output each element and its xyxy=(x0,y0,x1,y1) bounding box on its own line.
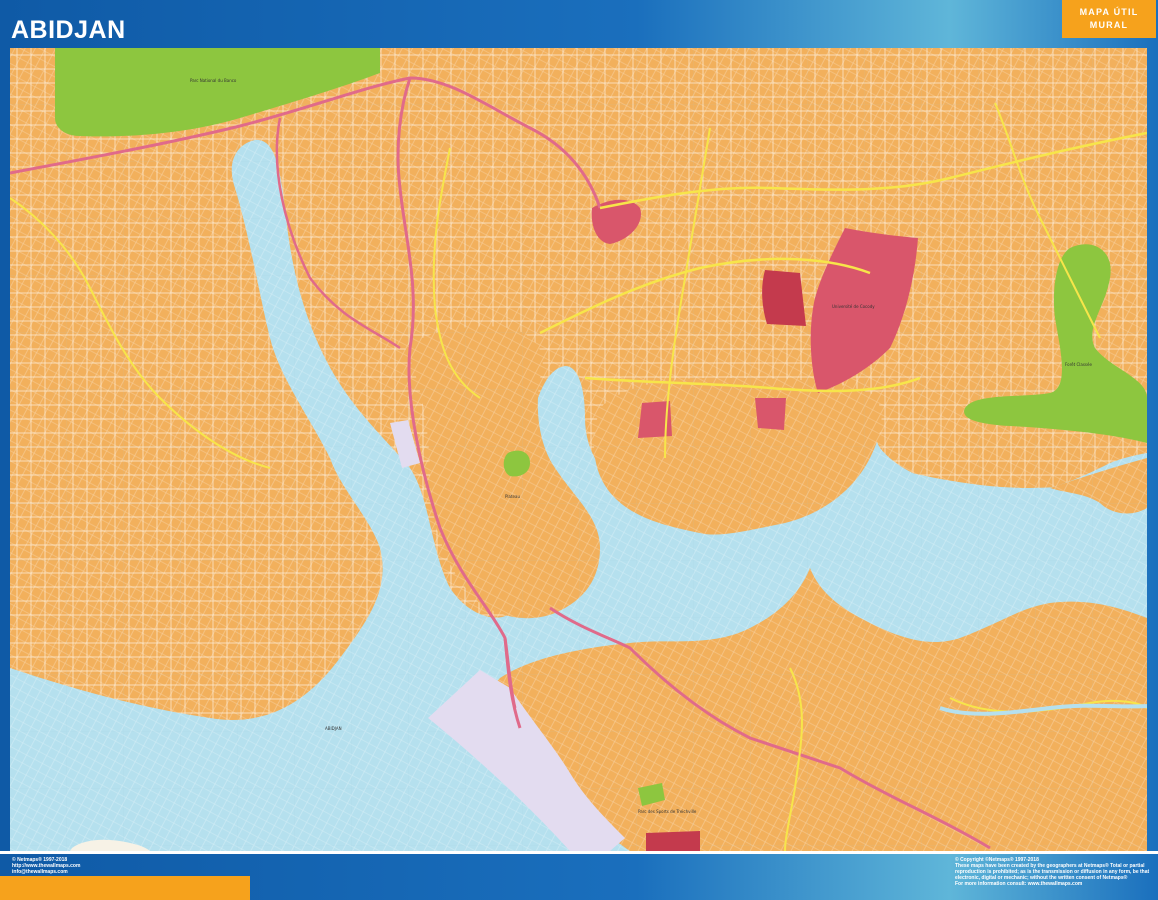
legal-line-5: For more information consult: www.thewal… xyxy=(955,881,1083,887)
institution-4 xyxy=(755,398,786,430)
brand-badge[interactable]: MAPA ÚTIL MURAL xyxy=(1062,0,1156,38)
map-svg: Parc National du Banco ABIDJAN Forêt Cla… xyxy=(10,48,1147,851)
footer-accent-bar xyxy=(0,876,250,900)
footer-divider xyxy=(0,851,1158,854)
institution-5 xyxy=(646,831,700,851)
park-south-label: Parc des Sports de Treichville xyxy=(638,809,697,814)
park-north-label: Parc National du Banco xyxy=(190,78,237,83)
map-canvas[interactable]: Parc National du Banco ABIDJAN Forêt Cla… xyxy=(10,48,1147,851)
map-title: ABIDJAN xyxy=(11,16,126,44)
badge-line-1: MAPA ÚTIL xyxy=(1079,7,1139,17)
badge-line-2: MURAL xyxy=(1089,20,1129,30)
institution-1 xyxy=(762,270,806,326)
lagoon-label: ABIDJAN xyxy=(325,726,342,731)
university-label: Université de Cocody xyxy=(832,304,875,309)
footer-credits: © Netmaps® 1997-2018 http://www.thewallm… xyxy=(12,857,80,875)
park-east-label: Forêt Classée xyxy=(1065,362,1092,367)
plateau-label: Plateau xyxy=(505,494,520,499)
footer-email-link[interactable]: info@thewallmaps.com xyxy=(12,869,80,875)
footer-legal: © Copyright ©Netmaps® 1997-2018 These ma… xyxy=(955,857,1151,887)
